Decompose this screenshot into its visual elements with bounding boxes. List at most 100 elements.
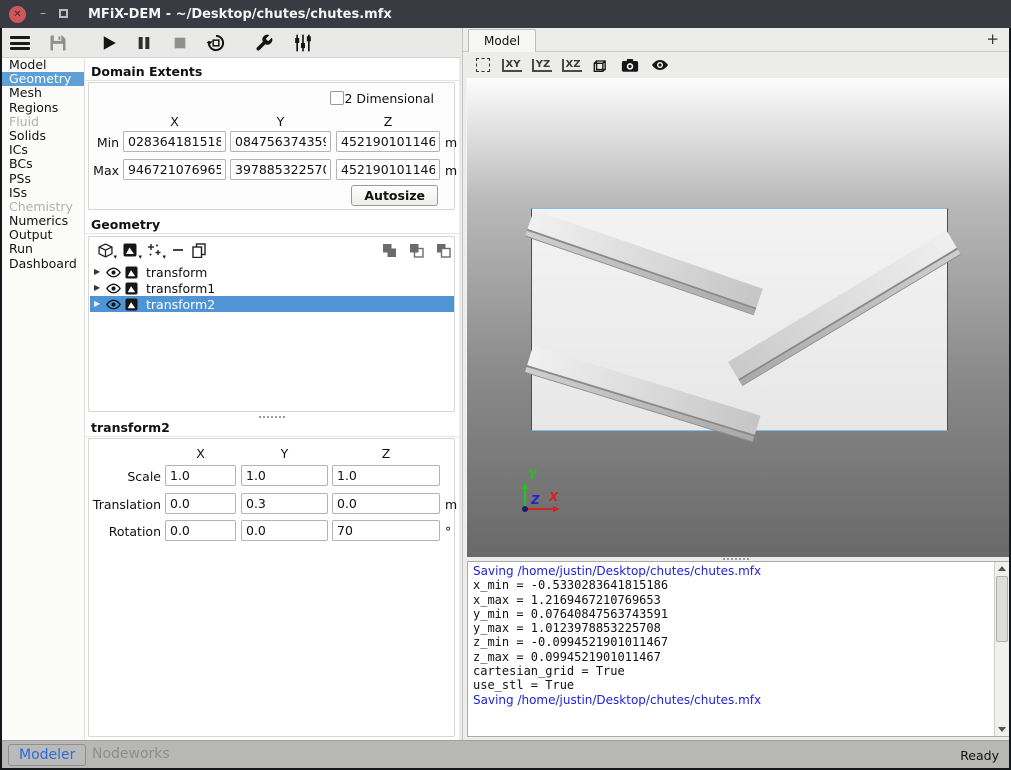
scroll-up-button[interactable]	[995, 562, 1009, 575]
transform-column-z: Z	[332, 446, 440, 461]
sidebar-item-dashboard[interactable]: Dashboard	[2, 257, 84, 271]
x-min-input[interactable]	[123, 131, 226, 152]
sidebar-item-run[interactable]: Run	[2, 242, 84, 256]
add-geometry-button[interactable]: ▾	[95, 240, 115, 260]
sidebar-item-numerics[interactable]: Numerics	[2, 214, 84, 228]
console-output[interactable]: Saving /home/justin/Desktop/chutes/chute…	[467, 561, 1010, 737]
two-dimensional-checkbox[interactable]	[330, 91, 344, 105]
panel-splitter[interactable]	[85, 414, 459, 419]
remove-geometry-button[interactable]	[168, 240, 188, 260]
reset-view-button[interactable]	[473, 55, 493, 75]
section-divider	[85, 233, 459, 234]
y-max-input[interactable]	[230, 159, 331, 180]
add-tab-button[interactable]: +	[986, 30, 999, 48]
axis-z-label: Z	[530, 493, 540, 507]
parameters-button[interactable]	[291, 31, 315, 55]
sidebar-item-model[interactable]: Model	[2, 58, 84, 72]
perspective-cube-icon	[592, 57, 608, 73]
reset-icon	[206, 33, 226, 53]
translation-z-input[interactable]	[332, 493, 440, 514]
vtk-viewport[interactable]: Y Z X	[466, 78, 1010, 557]
rotation-x-input[interactable]	[165, 520, 236, 541]
translation-x-input[interactable]	[165, 493, 236, 514]
tree-row-transform[interactable]: ▶ transform	[90, 264, 454, 280]
translation-y-input[interactable]	[241, 493, 328, 514]
intersect-button[interactable]	[406, 240, 426, 260]
sidebar-item-solids[interactable]: Solids	[2, 129, 84, 143]
tree-row-transform2[interactable]: ▶ transform2	[90, 296, 454, 312]
sidebar-item-regions[interactable]: Regions	[2, 101, 84, 115]
titlebar: ✕ – MFiX-DEM - ~/Desktop/chutes/chutes.m…	[0, 0, 1011, 28]
console-line: z_min = -0.0994521901011467	[468, 635, 993, 649]
stop-button[interactable]	[168, 31, 192, 55]
geometry-pane: Domain Extents 2 Dimensional X Y Z Min m…	[85, 58, 459, 740]
menu-button[interactable]	[8, 31, 32, 55]
sidebar-item-pss[interactable]: PSs	[2, 172, 84, 186]
perspective-button[interactable]	[589, 55, 611, 75]
intersect-icon	[409, 243, 424, 258]
run-button[interactable]	[97, 31, 121, 55]
scale-x-input[interactable]	[165, 465, 236, 486]
domain-extents-group: 2 Dimensional X Y Z Min m Max m Autosize	[88, 82, 455, 210]
expand-caret-icon[interactable]: ▶	[94, 264, 104, 280]
tab-model[interactable]: Model	[468, 29, 536, 52]
scale-y-input[interactable]	[241, 465, 328, 486]
rotation-z-input[interactable]	[332, 520, 440, 541]
save-button[interactable]	[46, 31, 70, 55]
scroll-down-button[interactable]	[995, 723, 1009, 736]
translation-unit: m	[445, 497, 457, 512]
minimize-button[interactable]: –	[36, 4, 50, 22]
sidebar-item-mesh[interactable]: Mesh	[2, 86, 84, 100]
z-max-input[interactable]	[336, 159, 440, 180]
cube-icon	[98, 243, 113, 258]
max-row-label: Max	[91, 163, 119, 178]
visibility-eye-icon[interactable]	[106, 283, 123, 294]
y-min-input[interactable]	[230, 131, 331, 152]
screenshot-button[interactable]	[619, 55, 641, 75]
z-min-input[interactable]	[336, 131, 440, 152]
rotation-y-input[interactable]	[241, 520, 328, 541]
add-stl-button[interactable]: ▾	[120, 240, 140, 260]
eye-icon	[651, 59, 669, 71]
render-tabbar: Model +	[463, 28, 1009, 52]
modeler-mode-button[interactable]: Modeler	[8, 744, 86, 766]
scrollbar-thumb[interactable]	[996, 576, 1008, 642]
autosize-button[interactable]: Autosize	[351, 185, 438, 206]
x-max-input[interactable]	[123, 159, 226, 180]
pause-button[interactable]	[132, 31, 156, 55]
geometry-title: Geometry	[91, 217, 160, 232]
sidebar-item-output[interactable]: Output	[2, 228, 84, 242]
expand-caret-icon[interactable]: ▶	[94, 280, 104, 296]
sidebar-item-geometry[interactable]: Geometry	[2, 72, 84, 86]
visibility-eye-icon[interactable]	[106, 267, 123, 278]
sidebar-item-bcs[interactable]: BCs	[2, 157, 84, 171]
splitter-handle-icon	[259, 416, 285, 418]
expand-caret-icon[interactable]: ▶	[94, 296, 104, 312]
yz-view-button[interactable]: YZ	[531, 55, 553, 75]
visibility-eye-icon[interactable]	[106, 299, 123, 310]
domain-extents-title: Domain Extents	[91, 64, 202, 79]
visibility-menu-button[interactable]	[649, 55, 671, 75]
xz-view-button[interactable]: XZ	[561, 55, 583, 75]
maximize-button[interactable]	[59, 9, 69, 19]
close-button[interactable]: ✕	[9, 6, 26, 23]
transform-column-x: X	[165, 446, 236, 461]
console-line: cartesian_grid = True	[468, 664, 993, 678]
difference-icon	[436, 243, 451, 258]
sidebar-item-iss[interactable]: ISs	[2, 186, 84, 200]
filter-wand-button[interactable]: ▾	[144, 240, 164, 260]
copy-geometry-button[interactable]	[189, 240, 209, 260]
union-button[interactable]	[379, 240, 399, 260]
min-unit: m	[445, 135, 457, 150]
difference-button[interactable]	[433, 240, 453, 260]
reset-button[interactable]	[204, 31, 228, 55]
console-line: Saving /home/justin/Desktop/chutes/chute…	[468, 693, 993, 707]
arrow-up-icon	[998, 566, 1006, 571]
sidebar-item-ics[interactable]: ICs	[2, 143, 84, 157]
nodeworks-mode-button[interactable]: Nodeworks	[92, 746, 170, 762]
console-scrollbar[interactable]	[994, 562, 1009, 736]
settings-button[interactable]	[252, 31, 276, 55]
tree-row-transform1[interactable]: ▶ transform1	[90, 280, 454, 296]
xy-view-button[interactable]: XY	[501, 55, 523, 75]
scale-z-input[interactable]	[332, 465, 440, 486]
